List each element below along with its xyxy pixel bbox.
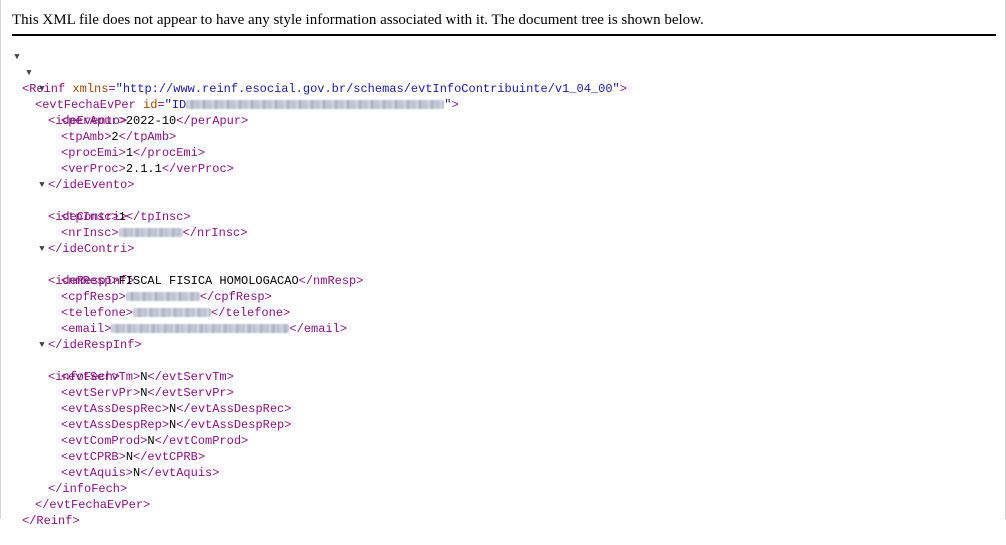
tpinsc-value: 1 <box>118 210 126 224</box>
redacted-email-value <box>111 324 290 333</box>
reinf-close-tag: </Reinf> <box>22 514 80 528</box>
evtservtm-line: <evtServTm>N</evtServTm> <box>61 370 234 384</box>
ideresp-open-line: ▼ <ideRespInf> <box>1 241 134 288</box>
reinf-close-line: </Reinf> <box>1 497 80 528</box>
ideevento-open-line: ▼ <ideEvento> <box>1 81 127 128</box>
verproc-value: 2.1.1 <box>125 162 162 176</box>
redacted-telefone-value <box>133 308 212 317</box>
ideevento-close-tag: </ideEvento> <box>48 178 135 192</box>
evtfechaevper-close-line: </evtFechaEvPer> <box>1 481 150 512</box>
collapse-arrow-icon[interactable]: ▼ <box>37 241 47 257</box>
tpamb-line: <tpAmb>2</tpAmb> <box>61 130 177 144</box>
evtcprb-value: N <box>125 450 134 464</box>
header-divider <box>12 34 996 36</box>
evtfechaevper-open-line: ▼ <evtFechaEvPer id="ID "> <box>1 65 458 112</box>
evtcomprod-line: <evtComProd>N</evtComProd> <box>61 434 249 448</box>
nrinsc-line: <nrInsc> </nrInsc> <box>61 226 248 240</box>
evtservpr-line: <evtServPr>N</evtServPr> <box>61 386 234 400</box>
reinf-open-line: ▼ <Reinf xmlns="http://www.reinf.esocial… <box>1 49 627 96</box>
nmresp-line: <nmResp>FISCAL FISICA HOMOLOGACAO</nmRes… <box>61 274 364 288</box>
idecontri-close-line: </ideContri> <box>1 225 134 256</box>
nmresp-value: FISCAL FISICA HOMOLOGACAO <box>118 274 299 288</box>
xml-notice: This XML file does not appear to have an… <box>12 12 704 28</box>
ideevento-close-line: </ideEvento> <box>1 161 134 192</box>
infofech-close-tag: </infoFech> <box>48 482 128 496</box>
telefone-line: <telefone> </telefone> <box>61 306 291 320</box>
ideresp-close-tag: </ideRespInf> <box>48 338 142 352</box>
collapse-arrow-icon[interactable]: ▼ <box>24 65 34 81</box>
tpinsc-line: <tpInsc>1</tpInsc> <box>61 210 191 224</box>
idecontri-open-line: ▼ <ideContri> <box>1 177 127 224</box>
reinf-xmlns-value: "http://www.reinf.esocial.gov.br/schemas… <box>115 82 620 96</box>
collapse-arrow-icon[interactable]: ▼ <box>37 177 47 193</box>
idecontri-close-tag: </ideContri> <box>48 242 135 256</box>
ideresp-close-line: </ideRespInf> <box>1 321 142 352</box>
procemi-value: 1 <box>125 146 134 160</box>
tpamb-value: 2 <box>111 130 119 144</box>
email-line: <email> </email> <box>61 322 348 336</box>
redacted-cpfresp-value <box>125 292 200 301</box>
reinf-xmlns-attr: xmlns <box>72 82 109 96</box>
evtfechaevper-open-tag: <evtFechaEvPer <box>35 98 136 112</box>
perapur-value: 2022-10 <box>125 114 177 128</box>
redacted-nrinsc-value <box>118 228 183 237</box>
redacted-id-value <box>186 100 445 109</box>
verproc-line: <verProc>2.1.1</verProc> <box>61 162 234 176</box>
evtcprb-line: <evtCPRB>N</evtCPRB> <box>61 450 206 464</box>
procemi-line: <procEmi>1</procEmi> <box>61 146 206 160</box>
evtfechaevper-close-tag: </evtFechaEvPer> <box>35 498 151 512</box>
evtcomprod-value: N <box>147 434 155 448</box>
evtassdesprep-line: <evtAssDespRep>N</evtAssDespRep> <box>61 418 292 432</box>
evtassdesprec-line: <evtAssDespRec>N</evtAssDespRec> <box>61 402 292 416</box>
infofech-close-line: </infoFech> <box>1 465 127 496</box>
cpfresp-line: <cpfResp> </cpfResp> <box>61 290 272 304</box>
evt-id-attr: id <box>143 98 158 112</box>
evtaquis-line: <evtAquis>N</evtAquis> <box>61 466 220 480</box>
perapur-line: <perApur>2022-10</perApur> <box>61 114 249 128</box>
collapse-arrow-icon[interactable]: ▼ <box>37 337 47 353</box>
collapse-arrow-icon[interactable]: ▼ <box>37 81 47 97</box>
collapse-arrow-icon[interactable]: ▼ <box>12 49 22 65</box>
infofech-open-line: ▼ <infoFech> <box>1 337 120 384</box>
xml-tree: ▼ <Reinf xmlns="http://www.reinf.esocial… <box>1 49 627 528</box>
